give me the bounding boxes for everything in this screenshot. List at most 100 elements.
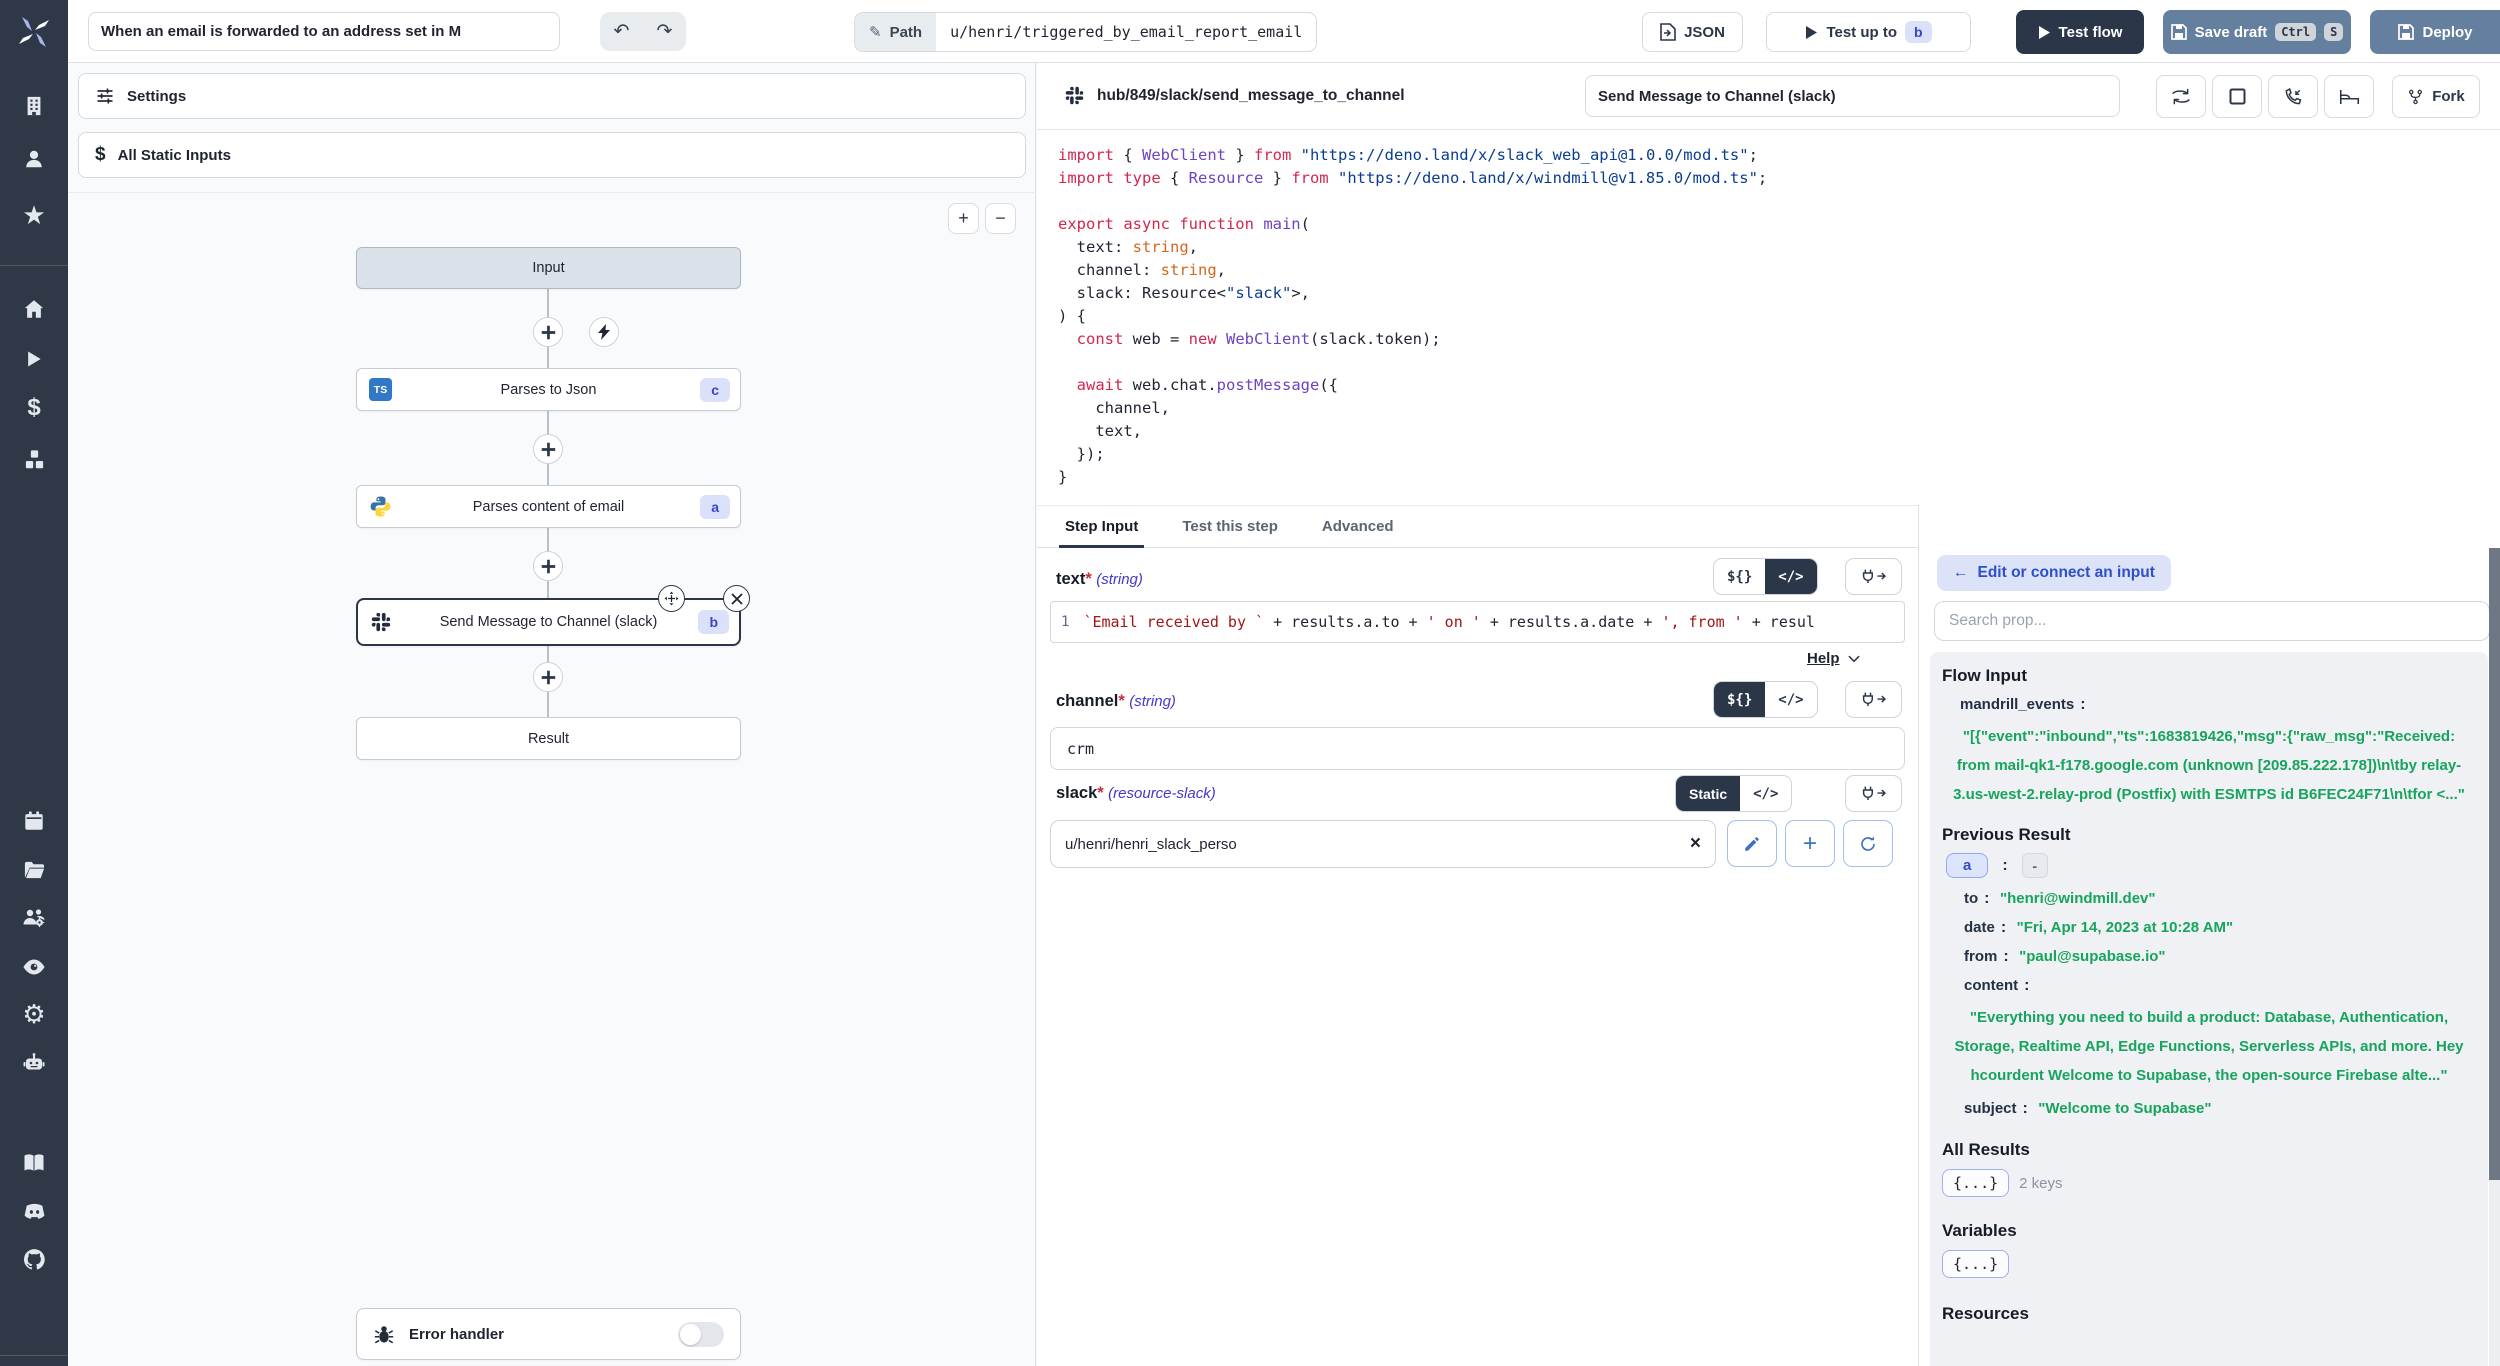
dock-panel-button[interactable]	[2324, 75, 2374, 118]
prop-explorer[interactable]: Flow Input mandrill_events: "[{"event":"…	[1930, 652, 2488, 1366]
field-label-slack: slack* (resource-slack)	[1056, 784, 1216, 803]
all-static-inputs-button[interactable]: $ All Static Inputs	[78, 132, 1026, 178]
add-step-button[interactable]	[533, 434, 563, 464]
plug-arrow-icon	[1861, 568, 1887, 585]
delete-step-button[interactable]	[723, 585, 750, 612]
edit-resource-button[interactable]	[1727, 820, 1777, 867]
flow-title-input[interactable]: When an email is forwarded to an address…	[88, 12, 560, 51]
test-up-to-button[interactable]: Test up to b	[1766, 12, 1971, 52]
add-step-button[interactable]	[533, 317, 563, 347]
sidebar-item-favorites[interactable]: ★	[0, 197, 68, 233]
result-row-to[interactable]: to: "henri@windmill.dev"	[1964, 890, 2476, 908]
windmill-logo[interactable]	[0, 0, 68, 63]
sidebar-item-settings[interactable]: ⚙	[0, 996, 68, 1032]
json-button[interactable]: JSON	[1642, 12, 1743, 52]
step-name-input[interactable]: Send Message to Channel (slack)	[1585, 75, 2120, 117]
sidebar-item-ai[interactable]	[0, 1045, 68, 1081]
help-link[interactable]: Help	[1807, 650, 1860, 667]
code-line: export async function main(	[1058, 213, 2500, 236]
text-connect-button[interactable]	[1845, 558, 1902, 595]
sidebar-item-runs[interactable]	[0, 341, 68, 377]
result-row-from[interactable]: from: "paul@supabase.io"	[1964, 948, 2476, 966]
result-row-date[interactable]: date: "Fri, Apr 14, 2023 at 10:28 AM"	[1964, 919, 2476, 937]
content-value[interactable]: "Everything you need to build a product:…	[1946, 1003, 2472, 1090]
test-up-to-label: Test up to	[1826, 24, 1897, 41]
graph-node-b-selected[interactable]: Send Message to Channel (slack) b	[356, 598, 741, 646]
expand-editor-button[interactable]	[2212, 75, 2262, 118]
flow-settings-button[interactable]: Settings	[78, 73, 1026, 119]
text-expression-editor[interactable]: 1 `Email received by ` + results.a.to + …	[1050, 601, 1905, 643]
sidebar-item-user[interactable]	[0, 141, 68, 177]
toggle-code-option[interactable]: </>	[1765, 682, 1816, 717]
save-draft-button[interactable]: Save draft Ctrl S	[2163, 10, 2351, 54]
refresh-resource-button[interactable]	[1843, 820, 1893, 867]
toggle-code-option[interactable]: </>	[1740, 776, 1791, 811]
collapse-button[interactable]: -	[2022, 853, 2048, 878]
add-resource-button[interactable]: +	[1785, 820, 1835, 867]
deploy-button[interactable]: Deploy	[2370, 24, 2500, 41]
sync-script-button[interactable]	[2156, 75, 2206, 118]
undo-button[interactable]: ↶	[614, 20, 630, 43]
sidebar-item-home[interactable]	[0, 291, 68, 327]
hub-script-path[interactable]: hub/849/slack/send_message_to_channel	[1064, 85, 1405, 106]
sidebar-item-docs[interactable]	[0, 1145, 68, 1181]
fork-icon	[2407, 88, 2424, 106]
sidebar-item-folders[interactable]	[0, 852, 68, 888]
expand-object-button[interactable]: {...}	[1942, 1250, 2009, 1278]
channel-connect-button[interactable]	[1845, 681, 1902, 718]
sidebar-item-audit[interactable]	[0, 949, 68, 985]
webhook-call-button[interactable]	[2268, 75, 2318, 118]
flow-input-value[interactable]: "[{"event":"inbound","ts":1683819426,"ms…	[1946, 722, 2472, 809]
clear-resource-icon[interactable]: ×	[1690, 833, 1701, 855]
tab-step-input[interactable]: Step Input	[1065, 506, 1138, 547]
sidebar-item-workers[interactable]	[0, 900, 68, 936]
toggle-template-option[interactable]: ${}	[1714, 682, 1765, 717]
slack-connect-button[interactable]	[1845, 775, 1902, 812]
tab-test-this-step[interactable]: Test this step	[1182, 506, 1278, 547]
result-key-badge[interactable]: a	[1946, 853, 1988, 878]
graph-zoom-out-button[interactable]: −	[985, 203, 1016, 234]
sidebar-item-github[interactable]	[0, 1241, 68, 1277]
error-handler-node[interactable]: Error handler	[356, 1308, 741, 1360]
path-button[interactable]: ✎ Path	[855, 13, 936, 51]
close-icon	[731, 593, 743, 605]
result-row-subject[interactable]: subject: "Welcome to Supabase"	[1964, 1100, 2476, 1118]
graph-node-c[interactable]: TS Parses to Json c	[356, 368, 741, 411]
code-line: text,	[1058, 420, 2500, 443]
redo-button[interactable]: ↷	[657, 20, 673, 43]
graph-zoom-in-button[interactable]: +	[948, 203, 979, 234]
graph-node-result[interactable]: Result	[356, 717, 741, 760]
code-line: await web.chat.postMessage({	[1058, 374, 2500, 397]
flow-input-key-row[interactable]: mandrill_events:	[1960, 696, 2476, 714]
edit-or-connect-button[interactable]: ← Edit or connect an input	[1937, 555, 2171, 591]
sidebar-item-schedules[interactable]	[0, 803, 68, 839]
sidebar-item-variables[interactable]: $	[0, 390, 68, 426]
path-input[interactable]: u/henri/triggered_by_email_report_email	[936, 23, 1316, 41]
add-step-button[interactable]	[533, 551, 563, 581]
toggle-template-option[interactable]: ${}	[1714, 559, 1765, 594]
channel-value-editor[interactable]: crm	[1050, 727, 1905, 770]
prop-scrollbar-thumb[interactable]	[2489, 548, 2500, 1180]
code-editor[interactable]: import { WebClient } from "https://deno.…	[1037, 130, 2500, 505]
add-trigger-button[interactable]	[589, 317, 619, 347]
test-flow-button[interactable]: Test flow	[2016, 10, 2144, 54]
chevron-down-icon	[1848, 655, 1860, 663]
expand-object-button[interactable]: {...}	[1942, 1169, 2009, 1197]
sidebar-item-workspace[interactable]	[0, 88, 68, 124]
move-step-button[interactable]	[658, 585, 685, 612]
toggle-static-option[interactable]: Static	[1676, 776, 1740, 811]
arrow-left-icon: ←	[1953, 564, 1969, 582]
slack-resource-select[interactable]: u/henri/henri_slack_perso ×	[1050, 820, 1716, 868]
step-name-text: Send Message to Channel (slack)	[1598, 88, 1836, 105]
result-row-content[interactable]: content:	[1964, 977, 2476, 995]
search-prop-input[interactable]: Search prop...	[1934, 601, 2490, 641]
fork-button[interactable]: Fork	[2392, 75, 2480, 118]
graph-node-a[interactable]: Parses content of email a	[356, 485, 741, 528]
sidebar-item-resources[interactable]	[0, 441, 68, 477]
error-handler-toggle[interactable]	[678, 1322, 724, 1347]
tab-advanced[interactable]: Advanced	[1322, 506, 1394, 547]
graph-node-input[interactable]: Input	[356, 247, 741, 289]
toggle-code-option[interactable]: </>	[1765, 559, 1816, 594]
add-step-button[interactable]	[533, 662, 563, 692]
sidebar-item-discord[interactable]	[0, 1193, 68, 1229]
